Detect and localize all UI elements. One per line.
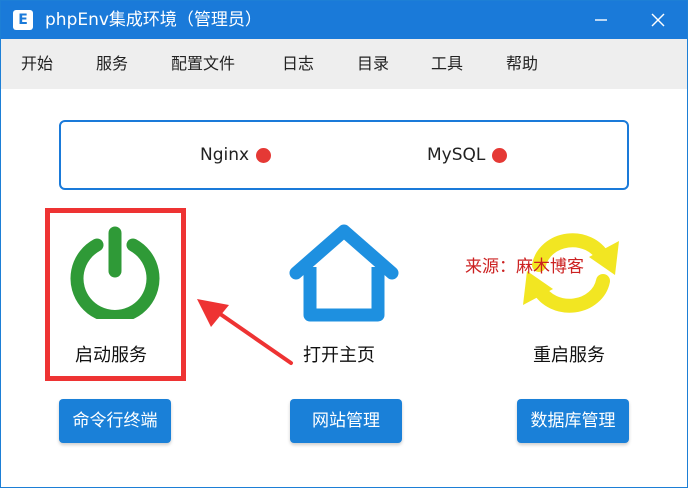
status-indicator-icon	[256, 147, 272, 163]
window-title: phpEnv集成环境（管理员）	[45, 10, 262, 30]
service-name: MySQL	[427, 145, 486, 165]
watermark-text: 来源：麻木博客	[465, 257, 584, 277]
menu-item-directory[interactable]: 目录	[357, 39, 389, 89]
service-status-nginx: Nginx	[200, 122, 272, 188]
database-management-button[interactable]: 数据库管理	[517, 399, 629, 443]
annotation-arrow-icon	[197, 299, 293, 365]
minimize-button[interactable]	[578, 1, 624, 39]
annotation-highlight-box	[45, 208, 186, 381]
status-indicator-icon	[492, 147, 508, 163]
menu-item-config-files[interactable]: 配置文件	[171, 39, 235, 89]
service-status-mysql: MySQL	[427, 122, 508, 188]
menu-item-services[interactable]: 服务	[96, 39, 128, 89]
restart-service-label: 重启服务	[533, 345, 605, 366]
menu-item-start[interactable]: 开始	[21, 39, 53, 89]
title-bar[interactable]: E phpEnv集成环境（管理员）	[1, 1, 687, 39]
app-window: E phpEnv集成环境（管理员） 开始 服务 配置文件 日志 目录 工具 帮助…	[0, 0, 688, 488]
close-button[interactable]	[635, 1, 681, 39]
menu-item-help[interactable]: 帮助	[506, 39, 538, 89]
app-logo-icon: E	[13, 10, 33, 30]
minimize-icon	[595, 19, 607, 21]
home-icon	[289, 224, 399, 322]
site-management-button[interactable]: 网站管理	[290, 399, 402, 443]
menu-item-logs[interactable]: 日志	[282, 39, 314, 89]
open-homepage-label: 打开主页	[303, 345, 375, 366]
terminal-button[interactable]: 命令行终端	[59, 399, 171, 443]
menu-item-tools[interactable]: 工具	[431, 39, 463, 89]
service-name: Nginx	[200, 145, 250, 165]
service-status-panel: Nginx MySQL	[59, 120, 629, 190]
close-icon	[651, 13, 665, 27]
menu-bar: 开始 服务 配置文件 日志 目录 工具 帮助	[1, 39, 687, 89]
